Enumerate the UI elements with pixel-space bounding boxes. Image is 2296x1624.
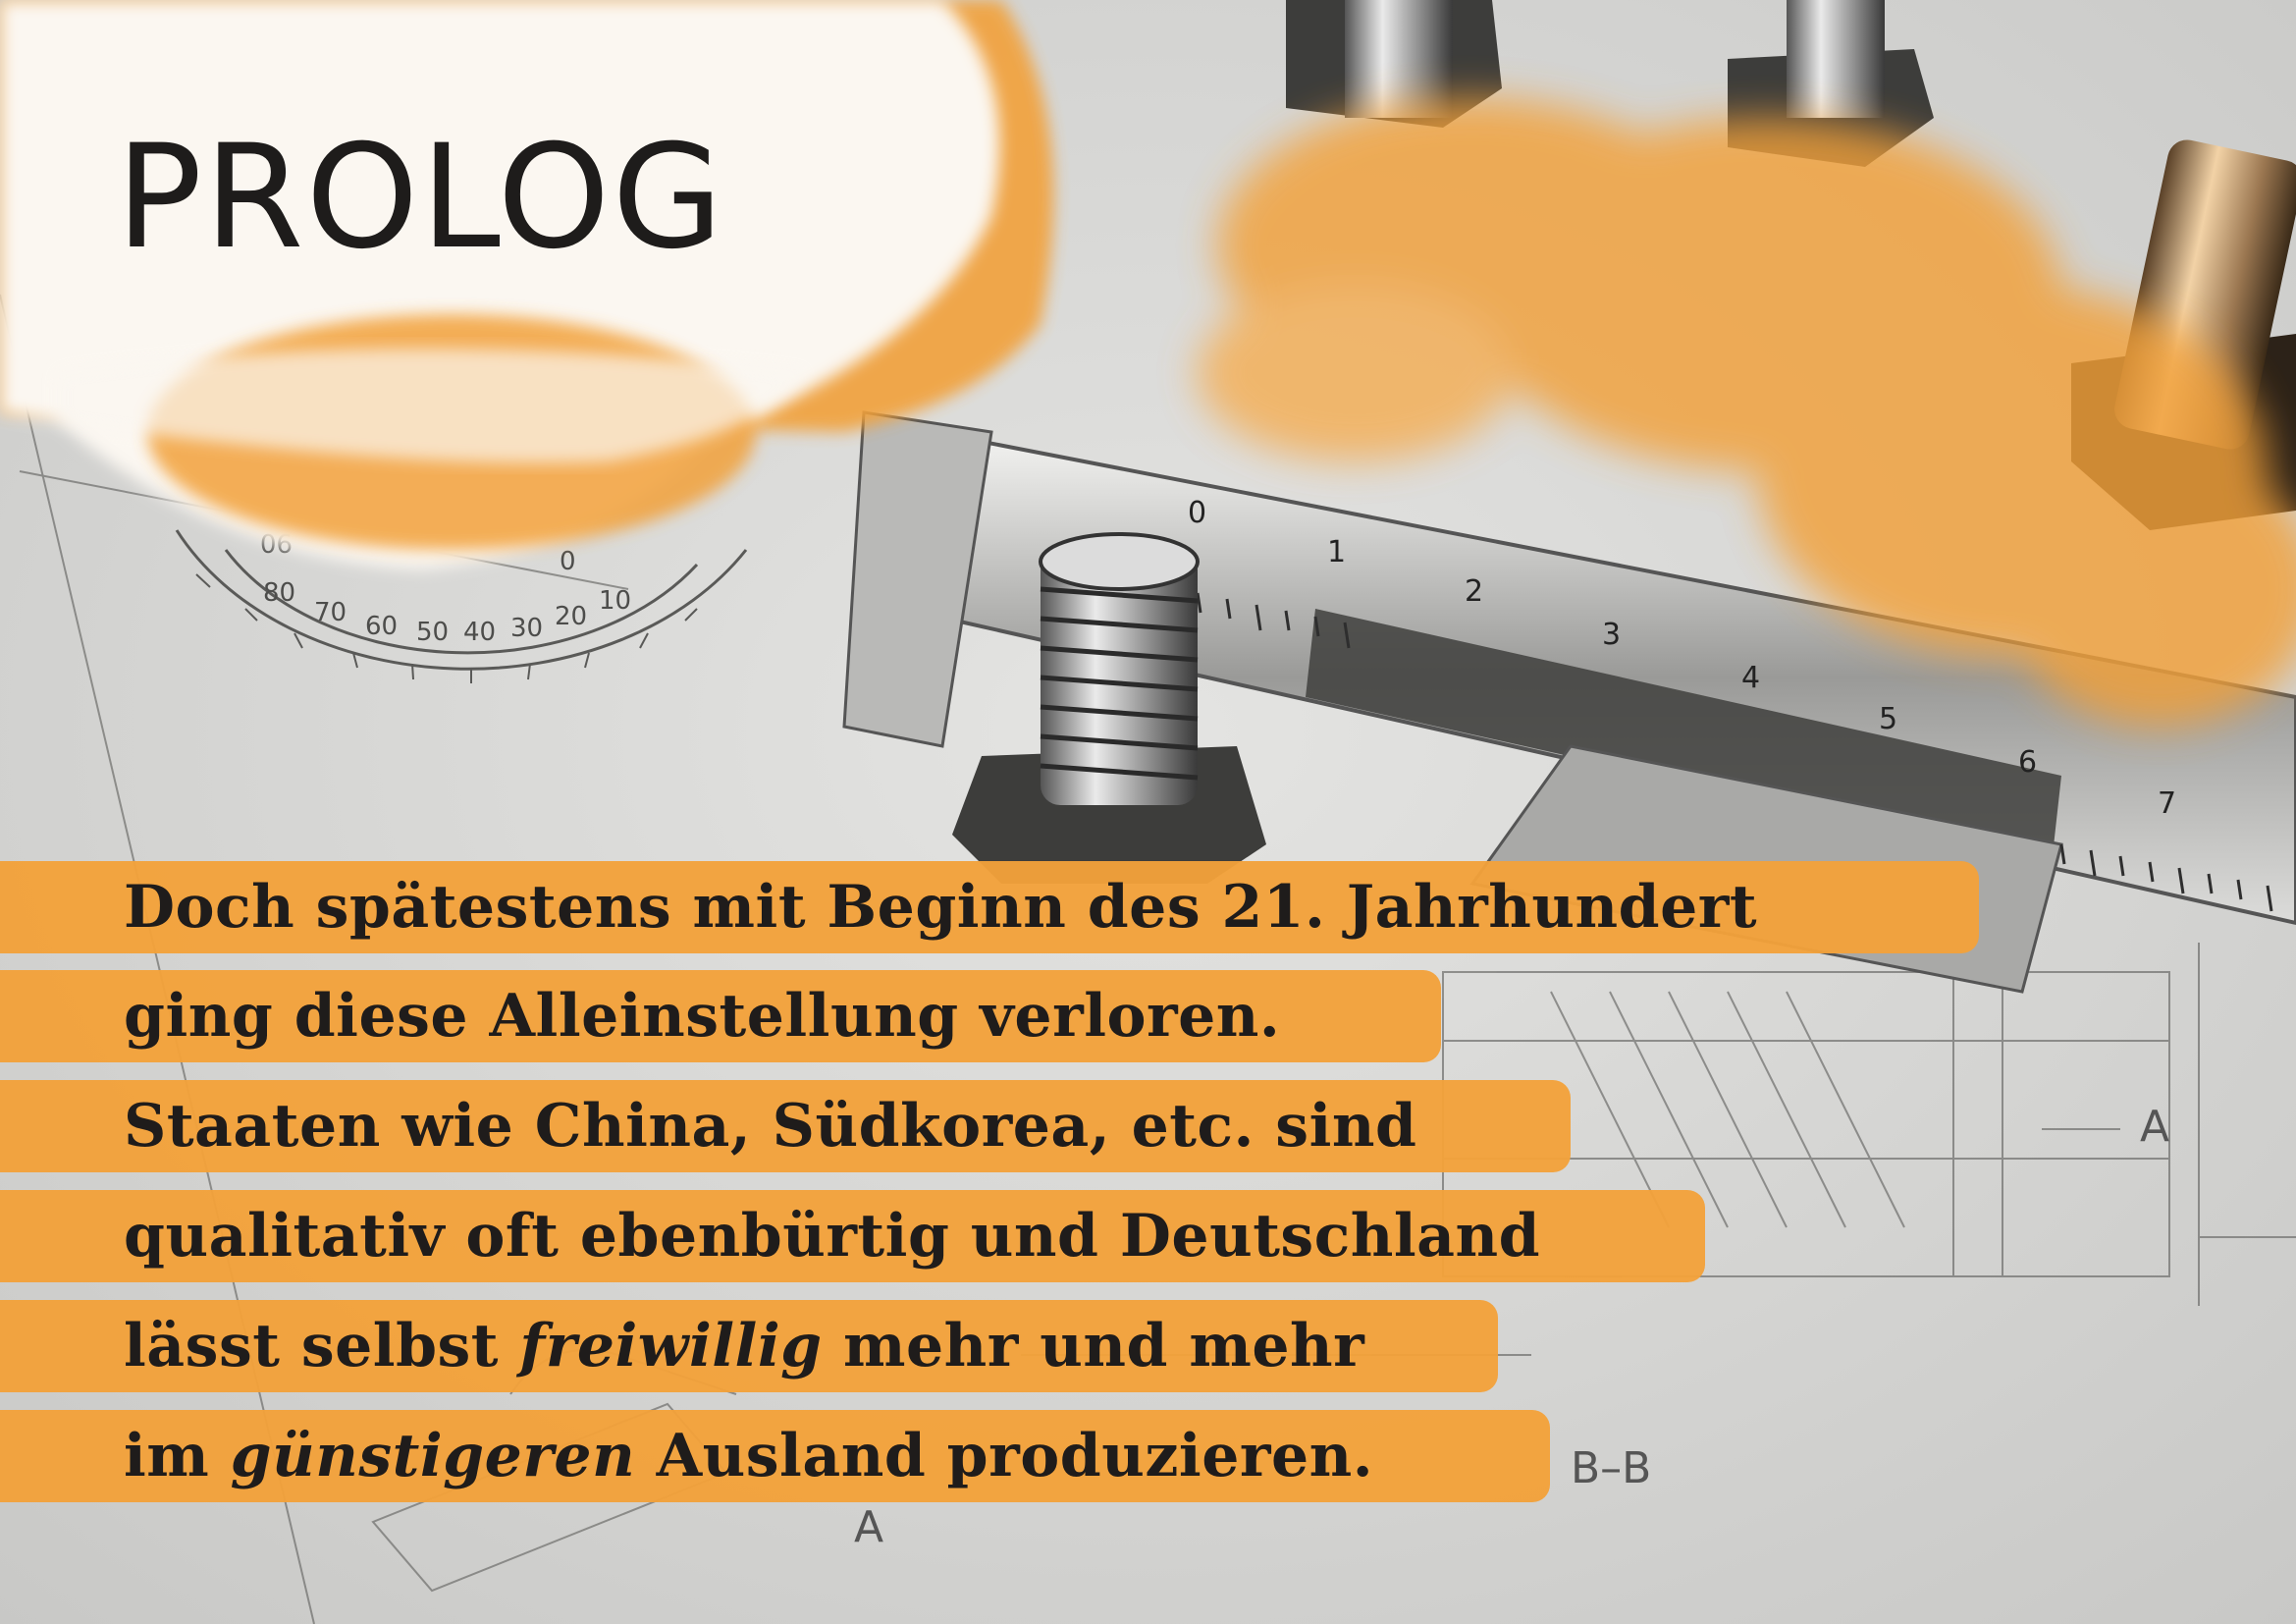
svg-text:4: 4 xyxy=(1741,661,1760,695)
svg-text:A: A xyxy=(2140,1102,2169,1152)
svg-text:50: 50 xyxy=(416,618,449,647)
body-line-text: Doch spätestens mit Beginn des 21. Jahrh… xyxy=(124,873,1758,942)
body-line: ging diese Alleinstellung verloren. xyxy=(124,970,1280,1062)
svg-text:7: 7 xyxy=(2158,786,2176,821)
svg-text:3: 3 xyxy=(1602,618,1621,652)
body-line: Staaten wie China, Südkorea, etc. sind xyxy=(124,1080,1416,1172)
body-line-text: qualitativ oft ebenbürtig und Deutschlan… xyxy=(124,1202,1541,1271)
body-line: qualitativ oft ebenbürtig und Deutschlan… xyxy=(124,1190,1540,1282)
body-line-text: im xyxy=(124,1422,231,1490)
emphasis-text: günstigeren xyxy=(230,1422,636,1490)
svg-text:6: 6 xyxy=(2018,745,2037,780)
svg-text:40: 40 xyxy=(463,618,496,647)
body-line-text: mehr und mehr xyxy=(822,1312,1365,1380)
svg-text:80: 80 xyxy=(263,578,295,608)
body-line-text: lässt selbst xyxy=(124,1312,520,1380)
page-title: PROLOG xyxy=(116,114,725,281)
svg-text:60: 60 xyxy=(365,612,398,641)
svg-text:10: 10 xyxy=(599,586,631,616)
svg-text:30: 30 xyxy=(510,614,543,643)
svg-text:0: 0 xyxy=(1188,496,1206,530)
svg-text:0: 0 xyxy=(560,547,576,576)
svg-text:2: 2 xyxy=(1465,574,1483,609)
emphasis-text: freiwillig xyxy=(519,1312,823,1380)
body-line-text: Staaten wie China, Südkorea, etc. sind xyxy=(124,1092,1417,1161)
svg-text:1: 1 xyxy=(1327,535,1346,569)
body-line: Doch spätestens mit Beginn des 21. Jahrh… xyxy=(124,861,1757,953)
svg-text:70: 70 xyxy=(314,598,347,627)
svg-text:20: 20 xyxy=(555,602,587,631)
body-line: lässt selbst freiwillig mehr und mehr xyxy=(124,1300,1364,1392)
body-line-text: ging diese Alleinstellung verloren. xyxy=(124,982,1281,1051)
body-line-text: Ausland produzieren. xyxy=(635,1422,1374,1490)
svg-text:5: 5 xyxy=(1879,702,1897,736)
body-line: im günstigeren Ausland produzieren. xyxy=(124,1410,1373,1502)
svg-text:B–B: B–B xyxy=(1571,1443,1651,1493)
svg-text:A: A xyxy=(854,1502,883,1552)
